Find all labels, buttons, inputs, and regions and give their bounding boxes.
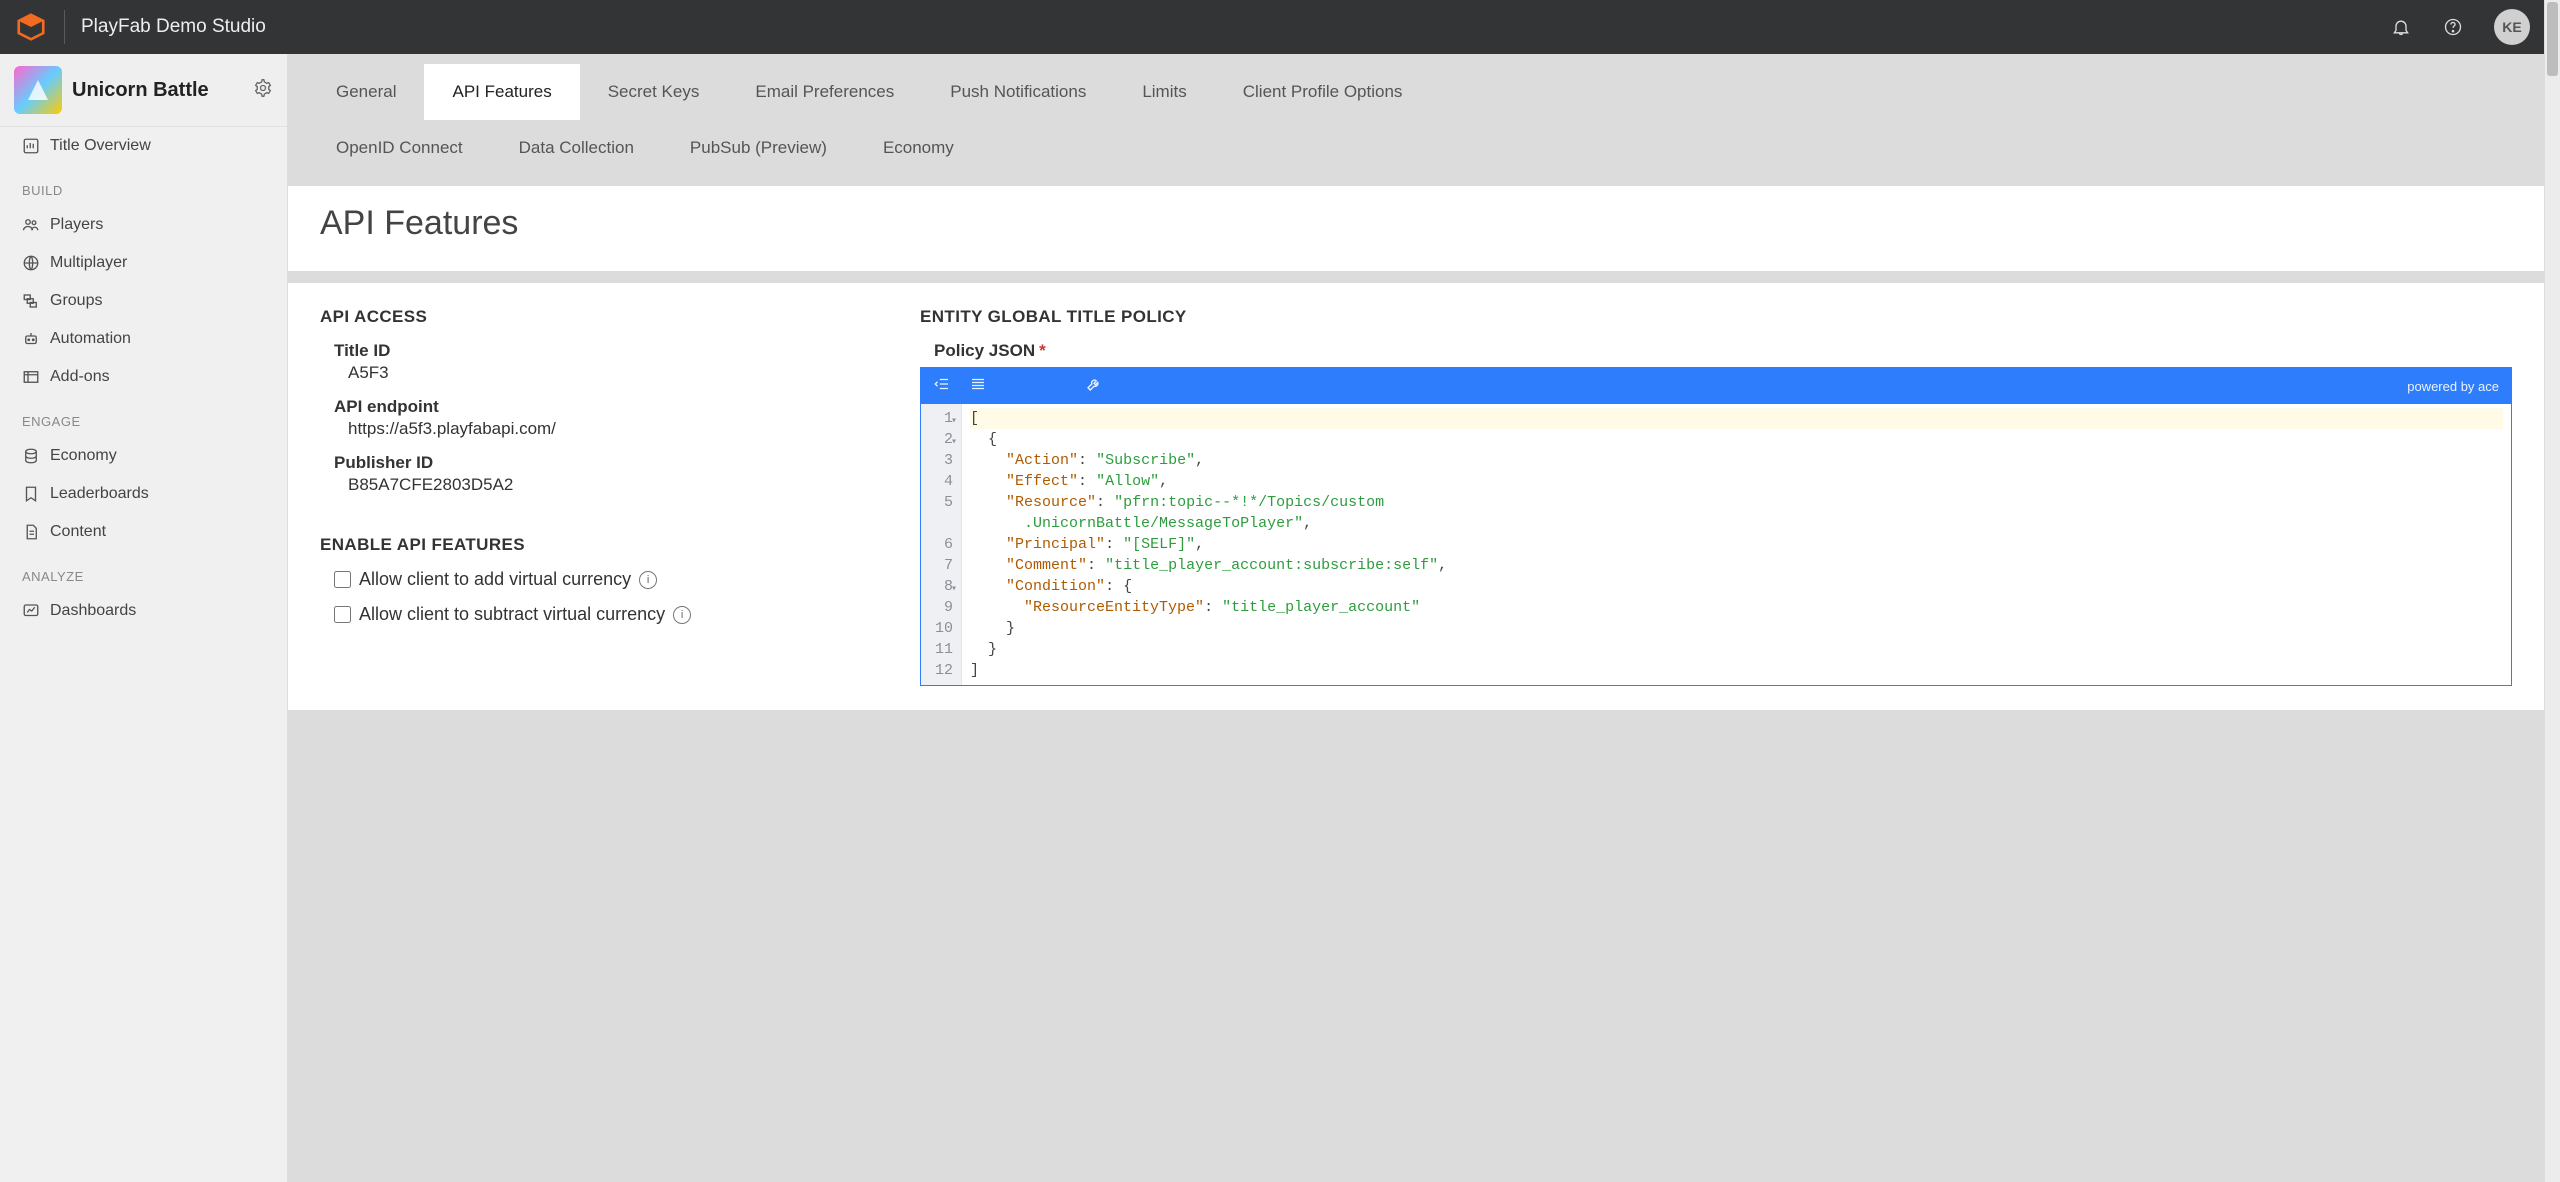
policy-json-label: Policy JSON* (934, 341, 2512, 361)
players-icon (22, 216, 50, 234)
info-icon[interactable]: i (639, 571, 657, 589)
sidebar-item-automation[interactable]: Automation (0, 320, 287, 358)
api-endpoint-value: https://a5f3.playfabapi.com/ (348, 419, 880, 439)
tab-api-features[interactable]: API Features (424, 64, 579, 120)
tab-secret-keys[interactable]: Secret Keys (580, 64, 728, 120)
checkbox-label: Allow client to add virtual currency (359, 569, 631, 590)
tab-push-notifications[interactable]: Push Notifications (922, 64, 1114, 120)
wrench-icon[interactable] (1085, 375, 1103, 398)
chart-icon (22, 137, 50, 155)
sidebar-item-economy[interactable]: Economy (0, 437, 287, 475)
tab-openid-connect[interactable]: OpenID Connect (308, 120, 491, 176)
powered-by-label: powered by ace (2407, 379, 2499, 394)
studio-title[interactable]: PlayFab Demo Studio (81, 16, 266, 38)
checkbox-input[interactable] (334, 571, 351, 588)
topbar: PlayFab Demo Studio KE (0, 0, 2544, 54)
economy-icon (22, 447, 50, 465)
sidebar-item-label: Players (50, 216, 103, 234)
sidebar-item-players[interactable]: Players (0, 206, 287, 244)
document-icon (22, 523, 50, 541)
sidebar-item-label: Title Overview (50, 137, 151, 155)
playfab-logo-icon (14, 10, 48, 44)
tab-limits[interactable]: Limits (1114, 64, 1214, 120)
api-endpoint-label: API endpoint (334, 397, 880, 417)
title-id-label: Title ID (334, 341, 880, 361)
feature-checkbox-0[interactable]: Allow client to add virtual currency i (334, 569, 880, 590)
sidebar-section-build: BUILD (0, 165, 287, 206)
sidebar-item-label: Content (50, 523, 106, 541)
topbar-divider (64, 10, 65, 44)
sidebar: Unicorn Battle Title Overview BUILD Play… (0, 54, 288, 1182)
tab-email-preferences[interactable]: Email Preferences (727, 64, 922, 120)
sidebar-item-label: Groups (50, 292, 102, 310)
content: API ACCESS Title ID A5F3 API endpoint ht… (288, 283, 2544, 710)
tab-client-profile-options[interactable]: Client Profile Options (1215, 64, 1431, 120)
project-icon (14, 66, 62, 114)
sidebar-item-label: Multiplayer (50, 254, 127, 272)
sidebar-item-label: Dashboards (50, 602, 136, 620)
notifications-icon[interactable] (2390, 16, 2412, 38)
sidebar-item-multiplayer[interactable]: Multiplayer (0, 244, 287, 282)
main-area: GeneralAPI FeaturesSecret KeysEmail Pref… (288, 54, 2544, 1182)
groups-icon (22, 292, 50, 310)
tab-economy[interactable]: Economy (855, 120, 982, 176)
sidebar-item-leaderboards[interactable]: Leaderboards (0, 475, 287, 513)
dashboard-icon (22, 602, 50, 620)
tabs-row-2: OpenID ConnectData CollectionPubSub (Pre… (288, 120, 2544, 186)
gear-icon[interactable] (253, 78, 273, 103)
sidebar-item-label: Automation (50, 330, 131, 348)
sidebar-section-analyze: ANALYZE (0, 551, 287, 592)
project-header: Unicorn Battle (0, 54, 287, 127)
sidebar-item-groups[interactable]: Groups (0, 282, 287, 320)
project-name[interactable]: Unicorn Battle (72, 79, 209, 102)
sidebar-item-title-overview[interactable]: Title Overview (0, 127, 287, 165)
checkbox-input[interactable] (334, 606, 351, 623)
indent-icon[interactable] (969, 375, 987, 398)
outdent-icon[interactable] (933, 375, 951, 398)
addons-icon (22, 368, 50, 386)
checkbox-label: Allow client to subtract virtual currenc… (359, 604, 665, 625)
bookmark-icon (22, 485, 50, 503)
page-scrollbar[interactable] (2544, 0, 2560, 1182)
title-id-value: A5F3 (348, 363, 880, 383)
page-banner: API Features (288, 186, 2544, 271)
publisher-id-value: B85A7CFE2803D5A2 (348, 475, 880, 495)
api-access-heading: API ACCESS (320, 307, 880, 327)
tab-general[interactable]: General (308, 64, 424, 120)
editor-code-area[interactable]: [ { "Action": "Subscribe", "Effect": "Al… (962, 404, 2511, 685)
policy-json-editor[interactable]: powered by ace 1▾2▾345678▾9101112 [ { "A… (920, 367, 2512, 686)
policy-heading: ENTITY GLOBAL TITLE POLICY (920, 307, 2512, 327)
sidebar-item-dashboards[interactable]: Dashboards (0, 592, 287, 630)
scrollbar-thumb[interactable] (2547, 2, 2558, 76)
tab-pubsub-preview-[interactable]: PubSub (Preview) (662, 120, 855, 176)
sidebar-item-addons[interactable]: Add-ons (0, 358, 287, 396)
sidebar-item-label: Add-ons (50, 368, 110, 386)
feature-checkbox-1[interactable]: Allow client to subtract virtual currenc… (334, 604, 880, 625)
sidebar-item-label: Economy (50, 447, 117, 465)
editor-gutter: 1▾2▾345678▾9101112 (921, 404, 962, 685)
help-icon[interactable] (2442, 16, 2464, 38)
enable-api-heading: ENABLE API FEATURES (320, 535, 880, 555)
robot-icon (22, 330, 50, 348)
tab-data-collection[interactable]: Data Collection (491, 120, 662, 176)
tabs-row: GeneralAPI FeaturesSecret KeysEmail Pref… (288, 54, 2544, 120)
avatar[interactable]: KE (2494, 9, 2530, 45)
publisher-id-label: Publisher ID (334, 453, 880, 473)
sidebar-item-label: Leaderboards (50, 485, 149, 503)
sidebar-item-content[interactable]: Content (0, 513, 287, 551)
globe-icon (22, 254, 50, 272)
page-title: API Features (320, 204, 2512, 243)
editor-toolbar: powered by ace (921, 368, 2511, 404)
sidebar-section-engage: ENGAGE (0, 396, 287, 437)
info-icon[interactable]: i (673, 606, 691, 624)
